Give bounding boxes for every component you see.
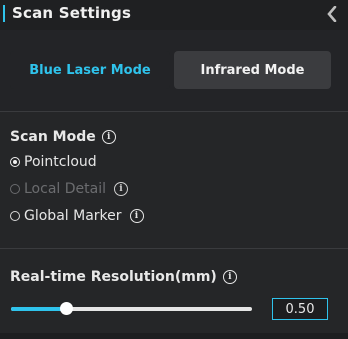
info-icon[interactable]: i [101, 130, 116, 144]
slider-fill [11, 307, 67, 311]
header-accent-bar [3, 5, 5, 22]
radio-button[interactable] [10, 211, 20, 221]
collapse-button[interactable] [324, 4, 340, 24]
radio-button-disabled [10, 184, 20, 194]
radio-button-checked[interactable] [10, 157, 20, 167]
mode-selector: Blue Laser Mode Infrared Mode [0, 30, 348, 112]
radio-global-marker[interactable]: Global Marker i [10, 207, 144, 225]
radio-label: Global Marker [24, 208, 122, 224]
scan-mode-heading: Scan Mode i [10, 129, 116, 145]
panel-bottom-edge [0, 333, 348, 339]
radio-label: Local Detail [24, 181, 106, 197]
blue-laser-mode-button[interactable]: Blue Laser Mode [10, 51, 170, 89]
resolution-slider[interactable] [11, 302, 252, 315]
scan-mode-title: Scan Mode [10, 129, 96, 145]
info-icon[interactable]: i [129, 209, 144, 223]
resolution-heading: Real-time Resolution(mm) i [10, 269, 237, 285]
radio-pointcloud[interactable]: Pointcloud [10, 153, 97, 171]
info-icon[interactable]: i [113, 182, 128, 196]
resolution-title: Real-time Resolution(mm) [10, 269, 217, 285]
panel-title: Scan Settings [12, 4, 132, 22]
slider-thumb[interactable] [60, 302, 74, 315]
resolution-value-input[interactable]: 0.50 [272, 298, 328, 320]
panel-header: Scan Settings [0, 0, 348, 30]
infrared-mode-button[interactable]: Infrared Mode [174, 51, 331, 89]
section-divider [0, 248, 348, 249]
radio-label: Pointcloud [24, 154, 97, 170]
radio-local-detail: Local Detail i [10, 180, 128, 198]
info-icon[interactable]: i [222, 270, 237, 284]
chevron-left-icon [327, 6, 337, 22]
